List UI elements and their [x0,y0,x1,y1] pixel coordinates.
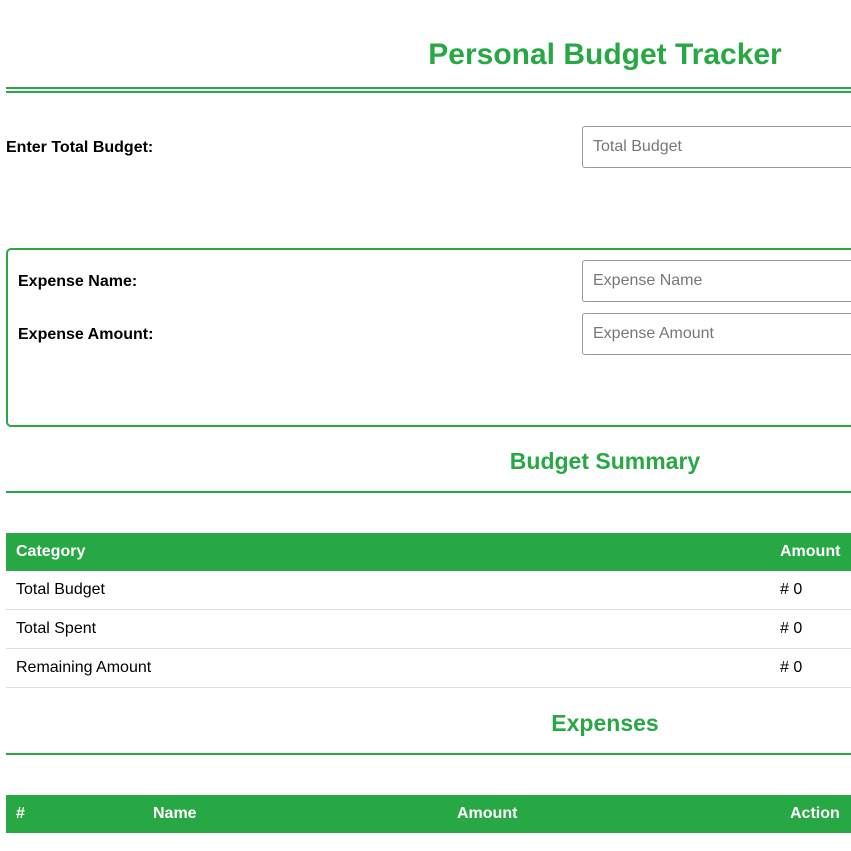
total-budget-label: Enter Total Budget: [6,139,154,156]
expenses-table: # Name Amount Action [6,795,851,833]
table-row: Remaining Amount # 0 [6,648,851,688]
divider [6,87,851,89]
table-row: Total Budget # 0 [6,571,851,610]
divider [6,753,851,755]
divider [6,491,851,493]
page: Personal Budget Tracker Enter Total Budg… [0,0,851,851]
total-budget-input[interactable] [582,126,851,168]
table-row: Total Spent # 0 [6,609,851,649]
expense-amount-label: Expense Amount: [18,326,154,343]
divider [6,91,851,93]
amount-cell: # 0 [770,609,851,649]
column-amount: Amount [770,533,851,571]
column-action: Action [780,795,851,833]
category-cell: Total Spent [6,609,770,649]
table-header: # Name Amount Action [6,795,851,833]
page-title: Personal Budget Tracker [428,38,782,71]
column-amount: Amount [447,795,780,833]
category-cell: Remaining Amount [6,648,770,688]
category-cell: Total Budget [6,571,770,610]
expense-name-label: Expense Name: [18,273,138,290]
column-category: Category [6,533,770,571]
column-index: # [6,795,143,833]
expense-name-input[interactable] [582,260,851,302]
column-name: Name [143,795,447,833]
expense-amount-input[interactable] [582,313,851,355]
expenses-heading: Expenses [551,710,659,736]
amount-cell: # 0 [770,648,851,688]
summary-heading: Budget Summary [509,448,701,474]
table-header: Category Amount [6,533,851,571]
summary-table: Category Amount Total Budget # 0 Total Sp… [6,533,851,688]
amount-cell: # 0 [770,571,851,610]
